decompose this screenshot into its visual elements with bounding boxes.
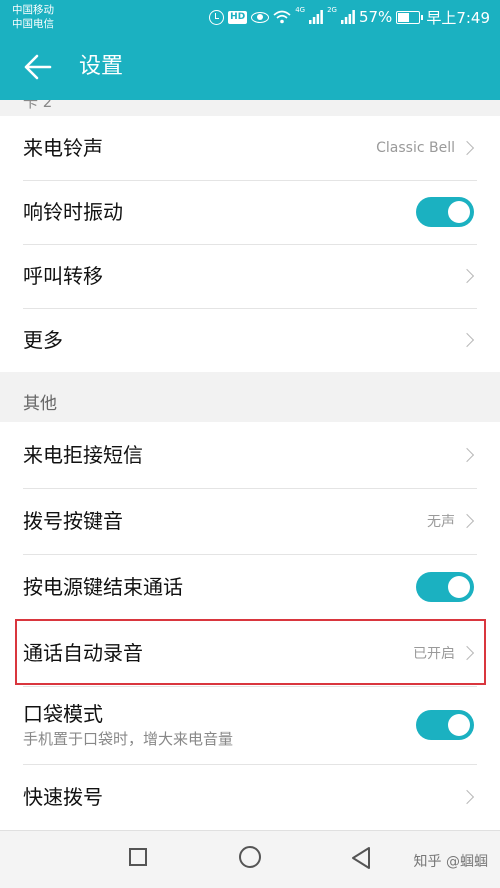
list-item-title: 口袋模式 bbox=[23, 702, 103, 726]
list-item-value: 已开启 bbox=[413, 646, 455, 662]
section-header-other: 其他 bbox=[23, 394, 57, 414]
list-item-title: 快速拨号 bbox=[23, 785, 103, 809]
chevron-right-icon bbox=[459, 268, 475, 284]
list-item-title: 更多 bbox=[23, 328, 63, 352]
list-item-title: 来电铃声 bbox=[23, 136, 103, 160]
list-item-auto-call-recording[interactable]: 通话自动录音 已开启 bbox=[0, 620, 500, 686]
network-type-1: 4G bbox=[295, 6, 306, 14]
chevron-right-icon bbox=[459, 513, 475, 529]
list-item-value: 无声 bbox=[427, 514, 455, 530]
chevron-right-icon bbox=[459, 447, 475, 463]
list-item-ringtone[interactable]: 来电铃声 Classic Bell bbox=[0, 116, 500, 180]
list-item-call-forwarding[interactable]: 呼叫转移 bbox=[0, 244, 500, 308]
list-item-dial-pad-tone[interactable]: 拨号按键音 无声 bbox=[0, 488, 500, 554]
page-title: 设置 bbox=[79, 54, 124, 79]
list-item-value: Classic Bell bbox=[376, 140, 455, 156]
list-item-reject-sms[interactable]: 来电拒接短信 bbox=[0, 422, 500, 488]
list-item-title: 拨号按键音 bbox=[23, 509, 123, 533]
list-item-title: 通话自动录音 bbox=[23, 641, 143, 665]
list-item-title: 响铃时振动 bbox=[23, 200, 123, 224]
home-button[interactable] bbox=[239, 846, 261, 868]
signal-icon-1 bbox=[309, 10, 323, 24]
chevron-right-icon bbox=[459, 332, 475, 348]
hd-icon: HD bbox=[228, 10, 248, 24]
back-arrow-icon bbox=[24, 54, 52, 80]
carrier-2: 中国电信 bbox=[12, 18, 54, 30]
chevron-right-icon bbox=[459, 140, 475, 156]
list-item-pocket-mode[interactable]: 口袋模式 手机置于口袋时，增大来电音量 bbox=[0, 686, 500, 764]
eye-comfort-icon bbox=[251, 11, 270, 23]
watermark: 知乎 @蝈蝈 bbox=[413, 854, 488, 870]
app-header: 中国移动 中国电信 HD 4G 2G 57% 早上7:49 设置 bbox=[0, 0, 500, 100]
list-item-more[interactable]: 更多 bbox=[0, 308, 500, 372]
settings-group-card2: 来电铃声 Classic Bell 响铃时振动 呼叫转移 更多 bbox=[0, 116, 500, 372]
toggle-knob bbox=[448, 201, 470, 223]
toggle-knob bbox=[448, 576, 470, 598]
status-bar: 中国移动 中国电信 HD 4G 2G 57% 早上7:49 bbox=[0, 0, 500, 34]
signal-icon-2 bbox=[340, 10, 355, 24]
status-icons: HD 4G 2G 57% 早上7:49 bbox=[209, 6, 490, 28]
toggle-switch-on[interactable] bbox=[416, 572, 474, 602]
navigation-bar: 知乎 @蝈蝈 bbox=[0, 830, 500, 888]
list-item-title: 按电源键结束通话 bbox=[23, 575, 183, 599]
battery-icon bbox=[396, 10, 424, 24]
clock: 早上7:49 bbox=[426, 8, 490, 27]
toggle-switch-on[interactable] bbox=[416, 710, 474, 740]
toggle-knob bbox=[448, 714, 470, 736]
list-item-title: 来电拒接短信 bbox=[23, 443, 143, 467]
battery-percent: 57% bbox=[358, 8, 393, 26]
list-item-title: 呼叫转移 bbox=[23, 264, 103, 288]
settings-list[interactable]: 卡 2 来电铃声 Classic Bell 响铃时振动 呼叫转移 更多 其他 来… bbox=[0, 100, 500, 830]
section-header-card2: 卡 2 bbox=[23, 100, 53, 111]
list-item-vibrate-on-ring[interactable]: 响铃时振动 bbox=[0, 180, 500, 244]
list-item-texts: 口袋模式 手机置于口袋时，增大来电音量 bbox=[23, 701, 233, 749]
alarm-icon bbox=[209, 9, 225, 25]
settings-group-other: 来电拒接短信 拨号按键音 无声 按电源键结束通话 通话自动录音 已开启 口袋模式… bbox=[0, 422, 500, 830]
nav-back-button[interactable] bbox=[350, 846, 372, 874]
carrier-info: 中国移动 中国电信 bbox=[12, 3, 54, 31]
list-item-power-key-ends-call[interactable]: 按电源键结束通话 bbox=[0, 554, 500, 620]
toggle-switch-on[interactable] bbox=[416, 197, 474, 227]
recent-apps-button[interactable] bbox=[129, 848, 147, 866]
network-type-2: 2G bbox=[327, 6, 337, 14]
chevron-right-icon bbox=[459, 789, 475, 805]
chevron-right-icon bbox=[459, 645, 475, 661]
list-item-speed-dial[interactable]: 快速拨号 bbox=[0, 764, 500, 830]
list-item-subtitle: 手机置于口袋时，增大来电音量 bbox=[23, 730, 234, 748]
back-button[interactable] bbox=[20, 48, 58, 86]
triangle-back-icon bbox=[352, 847, 370, 869]
carrier-1: 中国移动 bbox=[12, 4, 54, 16]
wifi-icon bbox=[273, 10, 291, 24]
